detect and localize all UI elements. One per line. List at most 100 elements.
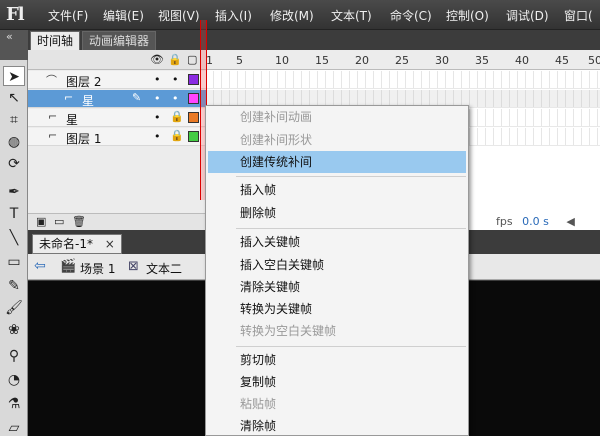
layer-color-swatch[interactable]: [188, 93, 199, 104]
menu-convert-to-blank-keyframe[interactable]: 转换为空白关键帧: [208, 320, 466, 342]
eye-icon[interactable]: 👁: [150, 53, 164, 66]
layer-color-swatch[interactable]: [188, 74, 199, 85]
menu-insert-blank-keyframe[interactable]: 插入空白关键帧: [208, 254, 466, 276]
scene-icon: 🎬: [60, 259, 77, 274]
breadcrumb-scene[interactable]: 场景 1: [80, 260, 115, 277]
menu-create-classic-tween[interactable]: 创建传统补间: [208, 151, 466, 173]
menu-clear-frames[interactable]: 清除帧: [208, 415, 466, 436]
layer-name: 星: [82, 94, 95, 108]
selection-tool-icon[interactable]: ➤: [3, 66, 25, 86]
menu-window[interactable]: 窗口(: [564, 7, 593, 24]
menu-text[interactable]: 文本(T): [331, 7, 372, 24]
lock-icon[interactable]: 🔒: [168, 53, 182, 66]
layer-row-star-guided[interactable]: ⌐ 星 ✎ • •: [28, 90, 206, 108]
lock-dot[interactable]: •: [172, 73, 179, 86]
pen-tool-icon[interactable]: ✒: [3, 182, 25, 202]
menu-insert[interactable]: 插入(I): [215, 7, 252, 24]
menu-insert-frame[interactable]: 插入帧: [208, 179, 466, 201]
free-transform-icon[interactable]: ⌗: [3, 110, 25, 130]
menu-convert-to-keyframe[interactable]: 转换为关键帧: [208, 298, 466, 320]
visibility-dot[interactable]: •: [154, 92, 161, 105]
visibility-dot[interactable]: •: [154, 73, 161, 86]
context-menu: 创建补间动画 创建补间形状 创建传统补间 插入帧 删除帧 插入关键帧 插入空白关…: [205, 105, 469, 436]
eyedropper-icon[interactable]: ⚗: [3, 394, 25, 414]
menu-control[interactable]: 控制(O): [446, 7, 489, 24]
document-tab-label: 未命名-1*: [39, 237, 93, 251]
document-tab[interactable]: 未命名-1* ×: [32, 234, 122, 254]
layer-icon: ⌐: [48, 110, 58, 123]
brush-tool-icon[interactable]: 🖌: [3, 298, 25, 318]
scroll-left-icon[interactable]: ◀: [566, 215, 574, 228]
pencil-icon: ✎: [132, 91, 142, 104]
fps-readout: fps 0.0 s ◀: [496, 215, 575, 228]
line-tool-icon[interactable]: ╲: [3, 228, 25, 248]
frame-ruler[interactable]: 1 5 10 15 20 25 30 35 40 45 50: [206, 50, 600, 70]
close-icon[interactable]: ×: [105, 237, 115, 251]
breadcrumb-symbol[interactable]: 文本二: [146, 260, 182, 277]
menu-create-motion-tween[interactable]: 创建补间动画: [208, 106, 466, 128]
menu-debug[interactable]: 调试(D): [506, 7, 549, 24]
timeline-footer: ▣ ▭ 🗑: [28, 213, 206, 230]
fps-label: fps: [496, 215, 513, 228]
tab-motion-editor[interactable]: 动画编辑器: [82, 31, 157, 50]
ruler-label: 10: [275, 54, 289, 67]
menu-edit[interactable]: 编辑(E): [103, 7, 144, 24]
menu-view[interactable]: 视图(V): [158, 7, 200, 24]
tools-panel: « ➤ ↖ ⌗ ◍ ⟳ ✒ T ╲ ▭ ✎ 🖌 ❀ ⚲ ◔ ⚗ ▱: [0, 30, 28, 436]
menu-modify[interactable]: 修改(M): [270, 7, 314, 24]
3d-rotation-icon[interactable]: ◍: [3, 132, 25, 152]
rectangle-tool-icon[interactable]: ▭: [3, 252, 25, 272]
visibility-dot[interactable]: •: [154, 111, 161, 124]
eraser-icon[interactable]: ▱: [3, 418, 25, 436]
subselection-tool-icon[interactable]: ↖: [3, 88, 25, 108]
layer-name: 图层 2: [66, 75, 102, 89]
ruler-label: 20: [355, 54, 369, 67]
back-arrow-icon[interactable]: ⇦: [34, 258, 46, 274]
layer-row-star[interactable]: ⌐ 星 • 🔒: [28, 109, 206, 127]
lock-dot[interactable]: •: [172, 92, 179, 105]
menu-clear-keyframe[interactable]: 清除关键帧: [208, 276, 466, 298]
ruler-label: 1: [206, 54, 213, 67]
ruler-label: 30: [435, 54, 449, 67]
menu-insert-keyframe[interactable]: 插入关键帧: [208, 231, 466, 253]
frame-row[interactable]: [206, 71, 600, 89]
menu-separator: [236, 346, 466, 347]
tab-timeline[interactable]: 时间轴: [30, 31, 81, 50]
menu-commands[interactable]: 命令(C): [390, 7, 432, 24]
ruler-label: 15: [315, 54, 329, 67]
paint-bucket-icon[interactable]: ◔: [3, 370, 25, 390]
app-logo: Fl: [6, 4, 25, 25]
lock-icon[interactable]: 🔒: [170, 129, 184, 142]
layer-name: 图层 1: [66, 132, 102, 146]
collapse-icon[interactable]: «: [6, 30, 13, 43]
menu-separator: [236, 228, 466, 229]
lasso-icon[interactable]: ⟳: [3, 154, 25, 174]
menu-cut-frames[interactable]: 剪切帧: [208, 349, 466, 371]
lock-icon[interactable]: 🔒: [170, 110, 184, 123]
new-layer-icon[interactable]: ▣: [36, 215, 46, 228]
visibility-dot[interactable]: •: [154, 130, 161, 143]
layer-color-swatch[interactable]: [188, 131, 199, 142]
ruler-label: 25: [395, 54, 409, 67]
menu-delete-frame[interactable]: 删除帧: [208, 202, 466, 224]
deco-tool-icon[interactable]: ❀: [3, 320, 25, 340]
new-folder-icon[interactable]: ▭: [54, 215, 64, 228]
symbol-icon: ⊠: [128, 259, 139, 274]
menu-bar: Fl 文件(F) 编辑(E) 视图(V) 插入(I) 修改(M) 文本(T) 命…: [0, 0, 600, 30]
menu-file[interactable]: 文件(F): [48, 7, 88, 24]
layer-row-layer1[interactable]: ⌐ 图层 1 • 🔒: [28, 128, 206, 146]
time-label[interactable]: 0.0 s: [522, 215, 549, 228]
menu-create-shape-tween[interactable]: 创建补间形状: [208, 129, 466, 151]
layer-color-swatch[interactable]: [188, 112, 199, 123]
ruler-label: 40: [515, 54, 529, 67]
layer-row-layer2[interactable]: ⌒ 图层 2 • •: [28, 71, 206, 89]
delete-layer-icon[interactable]: 🗑: [72, 215, 86, 228]
menu-copy-frames[interactable]: 复制帧: [208, 371, 466, 393]
ruler-label: 45: [555, 54, 569, 67]
bone-tool-icon[interactable]: ⚲: [3, 346, 25, 366]
pencil-tool-icon[interactable]: ✎: [3, 276, 25, 296]
outline-icon[interactable]: ▢: [187, 53, 197, 66]
layer-icon: ⌐: [48, 129, 58, 142]
text-tool-icon[interactable]: T: [3, 204, 25, 224]
menu-paste-frames[interactable]: 粘贴帧: [208, 393, 466, 415]
